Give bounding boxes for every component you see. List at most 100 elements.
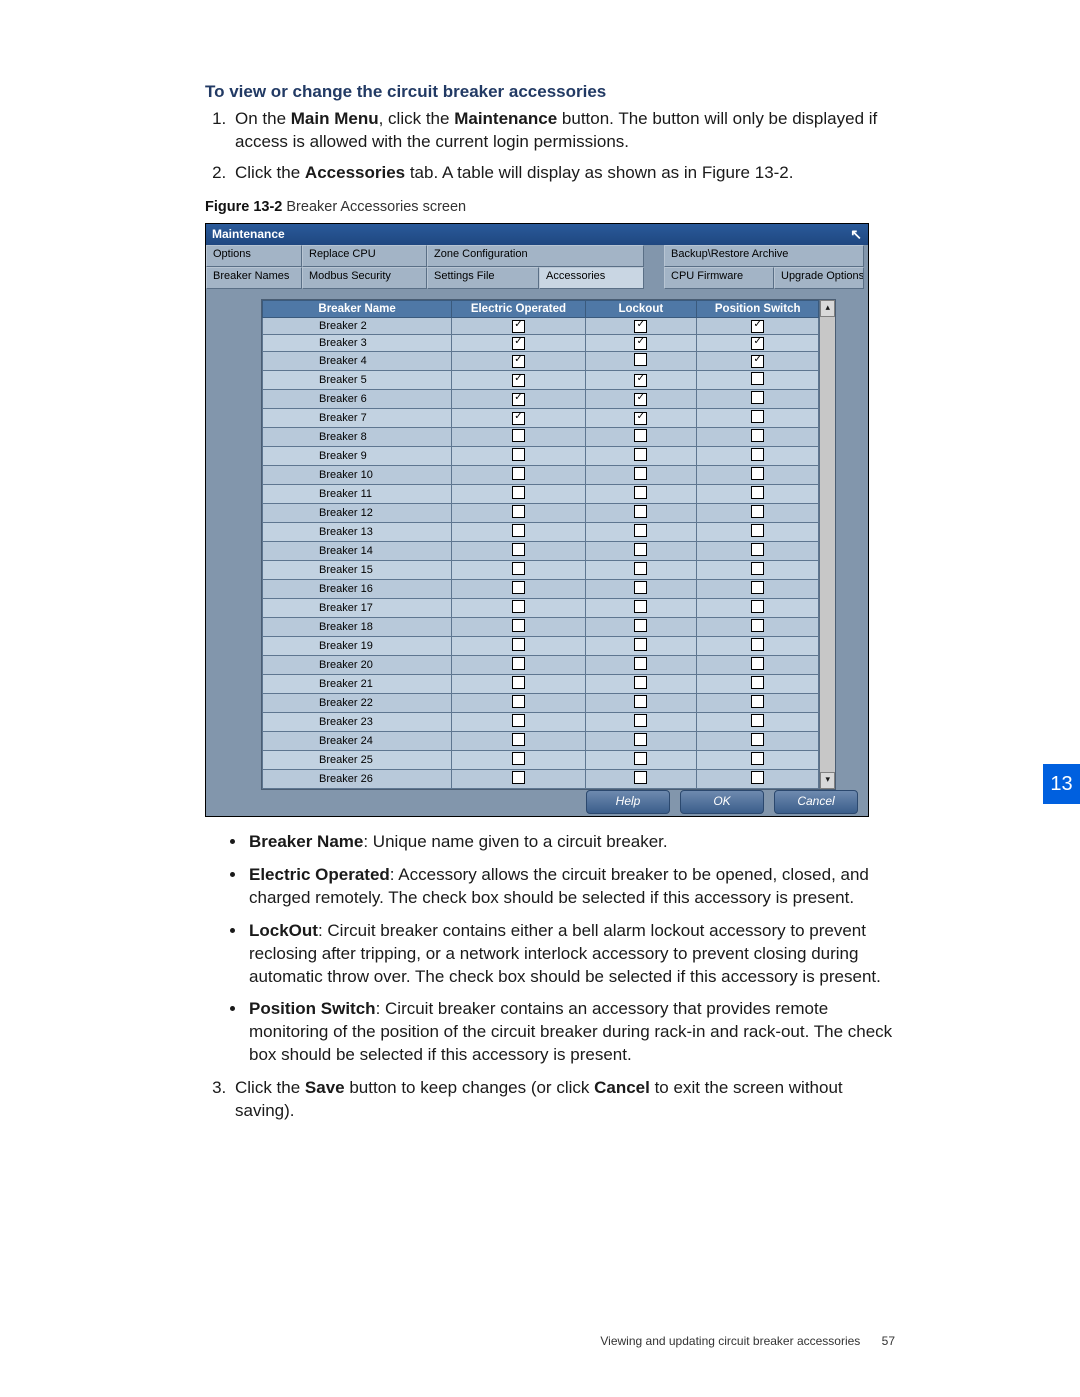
tab-replace-cpu[interactable]: Replace CPU: [302, 245, 427, 267]
checkbox[interactable]: [512, 448, 525, 461]
tab-modbus-security[interactable]: Modbus Security: [302, 267, 427, 289]
checkbox[interactable]: [751, 467, 764, 480]
checkbox[interactable]: [512, 374, 525, 387]
checkbox[interactable]: [634, 657, 647, 670]
tab-upgrade-options[interactable]: Upgrade Options: [774, 267, 864, 289]
checkbox[interactable]: [751, 752, 764, 765]
checkbox[interactable]: [512, 467, 525, 480]
checkbox[interactable]: [751, 695, 764, 708]
checkbox[interactable]: [634, 524, 647, 537]
checkbox[interactable]: [751, 733, 764, 746]
scroll-up-icon[interactable]: ▴: [820, 300, 835, 317]
checkbox[interactable]: [634, 353, 647, 366]
checkbox[interactable]: [512, 524, 525, 537]
checkbox[interactable]: [751, 543, 764, 556]
checkbox[interactable]: [512, 543, 525, 556]
cell-electric-operated: [452, 389, 586, 408]
col-position-switch[interactable]: Position Switch: [696, 300, 818, 317]
checkbox[interactable]: [751, 524, 764, 537]
checkbox[interactable]: [634, 638, 647, 651]
checkbox[interactable]: [512, 505, 525, 518]
checkbox[interactable]: [634, 581, 647, 594]
checkbox[interactable]: [751, 505, 764, 518]
col-lockout[interactable]: Lockout: [585, 300, 696, 317]
table-row: Breaker 5: [263, 370, 819, 389]
checkbox[interactable]: [634, 486, 647, 499]
checkbox[interactable]: [751, 676, 764, 689]
checkbox[interactable]: [751, 619, 764, 632]
help-button[interactable]: Help: [586, 790, 670, 814]
checkbox[interactable]: [634, 562, 647, 575]
checkbox[interactable]: [512, 581, 525, 594]
checkbox[interactable]: [751, 372, 764, 385]
checkbox[interactable]: [634, 752, 647, 765]
checkbox[interactable]: [512, 752, 525, 765]
checkbox[interactable]: [751, 320, 764, 333]
checkbox[interactable]: [512, 638, 525, 651]
checkbox[interactable]: [751, 448, 764, 461]
cell-lockout: [585, 579, 696, 598]
checkbox[interactable]: [751, 391, 764, 404]
checkbox[interactable]: [751, 486, 764, 499]
checkbox[interactable]: [751, 429, 764, 442]
checkbox[interactable]: [512, 320, 525, 333]
cell-electric-operated: [452, 408, 586, 427]
cancel-button[interactable]: Cancel: [774, 790, 858, 814]
checkbox[interactable]: [634, 771, 647, 784]
checkbox[interactable]: [751, 600, 764, 613]
checkbox[interactable]: [751, 410, 764, 423]
checkbox[interactable]: [512, 600, 525, 613]
checkbox[interactable]: [751, 638, 764, 651]
checkbox[interactable]: [634, 412, 647, 425]
col-electric-operated[interactable]: Electric Operated: [452, 300, 586, 317]
checkbox[interactable]: [512, 429, 525, 442]
vertical-scrollbar[interactable]: ▴ ▾: [819, 300, 835, 789]
checkbox[interactable]: [634, 600, 647, 613]
checkbox[interactable]: [512, 714, 525, 727]
checkbox[interactable]: [634, 393, 647, 406]
checkbox[interactable]: [634, 543, 647, 556]
checkbox[interactable]: [634, 676, 647, 689]
checkbox[interactable]: [634, 429, 647, 442]
checkbox[interactable]: [751, 581, 764, 594]
checkbox[interactable]: [751, 562, 764, 575]
checkbox[interactable]: [634, 505, 647, 518]
checkbox[interactable]: [512, 676, 525, 689]
col-breaker-name[interactable]: Breaker Name: [263, 300, 452, 317]
checkbox[interactable]: [634, 374, 647, 387]
checkbox[interactable]: [634, 733, 647, 746]
checkbox[interactable]: [751, 771, 764, 784]
desc-breaker-name: Breaker Name: Unique name given to a cir…: [247, 831, 895, 854]
checkbox[interactable]: [512, 733, 525, 746]
checkbox[interactable]: [512, 657, 525, 670]
tab-settings-file[interactable]: Settings File: [427, 267, 539, 289]
checkbox[interactable]: [512, 337, 525, 350]
scroll-down-icon[interactable]: ▾: [820, 772, 835, 789]
checkbox[interactable]: [512, 355, 525, 368]
tab-cpu-firmware[interactable]: CPU Firmware: [664, 267, 774, 289]
checkbox[interactable]: [634, 448, 647, 461]
ok-button[interactable]: OK: [680, 790, 764, 814]
checkbox[interactable]: [634, 695, 647, 708]
tab-breaker-names[interactable]: Breaker Names: [206, 267, 302, 289]
checkbox[interactable]: [751, 355, 764, 368]
checkbox[interactable]: [512, 412, 525, 425]
checkbox[interactable]: [512, 771, 525, 784]
checkbox[interactable]: [512, 486, 525, 499]
checkbox[interactable]: [751, 714, 764, 727]
tab-options[interactable]: Options: [206, 245, 302, 267]
tab-accessories[interactable]: Accessories: [539, 267, 644, 289]
checkbox[interactable]: [512, 619, 525, 632]
checkbox[interactable]: [751, 657, 764, 670]
tab-zone-configuration[interactable]: Zone Configuration: [427, 245, 644, 267]
checkbox[interactable]: [512, 695, 525, 708]
checkbox[interactable]: [634, 320, 647, 333]
checkbox[interactable]: [634, 337, 647, 350]
checkbox[interactable]: [751, 337, 764, 350]
checkbox[interactable]: [512, 393, 525, 406]
tab-backup-restore[interactable]: Backup\Restore Archive: [664, 245, 864, 267]
checkbox[interactable]: [512, 562, 525, 575]
checkbox[interactable]: [634, 714, 647, 727]
checkbox[interactable]: [634, 467, 647, 480]
checkbox[interactable]: [634, 619, 647, 632]
